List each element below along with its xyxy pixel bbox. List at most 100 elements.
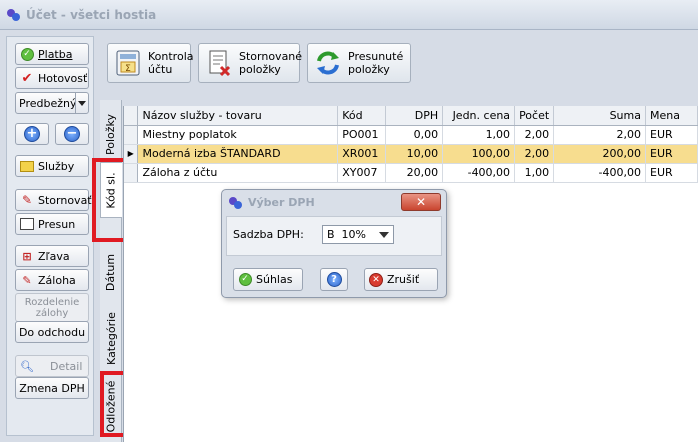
check-icon: ✓ [20,47,34,61]
do-odchodu-button[interactable]: Do odchodu [15,321,89,343]
remove-button[interactable]: − [55,123,89,145]
dialog-close-button[interactable]: ✕ [401,193,441,211]
vat-rate-value: B 10% [327,228,366,241]
table-cell: 20,00 [385,163,444,183]
tab-polozky-label: Položky [104,113,118,155]
minus-icon: − [64,126,80,142]
table-cell: 2,00 [514,125,555,145]
zmena-dph-button[interactable]: Zmena DPH [15,377,89,399]
presunute-label-1: Presunuté [348,50,404,63]
vat-rate-select[interactable]: B 10% [322,225,394,244]
items-table: Názov služby - tovaru Kód DPH Jedn. cena… [124,106,698,183]
services-icon [20,160,34,172]
dialog-title: Výber DPH [248,196,315,209]
kontrola-label-2: účtu [148,63,173,76]
column-header[interactable]: Názov služby - tovaru [137,106,339,126]
table-cell: 2,00 [553,125,646,145]
column-header[interactable]: Suma [553,106,646,126]
vat-rate-label: Sadzba DPH: [233,228,304,241]
chevron-down-icon [75,93,88,113]
row-indicator [124,163,139,183]
storno-icon: ✎ [21,193,33,207]
discount-icon: ⊞ [22,249,32,263]
table-cell: EUR [645,144,698,164]
kontrola-uctu-button[interactable]: Σ Kontrola účtu [107,43,194,83]
table-cell: EUR [645,163,698,183]
move-icon [20,218,34,230]
help-button[interactable]: ? [320,268,348,291]
column-header[interactable]: Kód [337,106,387,126]
presun-label: Presun [38,217,76,231]
column-header[interactable]: DPH [385,106,444,126]
stornovane-polozky-button[interactable]: Stornované položky [198,43,303,83]
presun-button[interactable]: Presun [15,213,89,235]
table-cell: 1,00 [442,125,516,145]
cancel-icon: ✕ [369,272,383,287]
help-icon: ? [326,272,342,287]
column-header[interactable]: Počet [514,106,555,126]
svg-text:Σ: Σ [125,64,131,74]
detail-label: Detail [50,359,83,373]
stornovane-label-1: Stornované [239,50,303,63]
rozdelenie-label-2: zálohy [35,307,69,319]
predbezny-label: Predbežný [19,96,77,110]
zaloha-label: Záloha [38,273,76,287]
title-bar: Účet - všetci hostia [0,0,698,30]
table-cell: -400,00 [553,163,646,183]
table-cell: Moderná izba ŠTANDARD [137,144,339,164]
tab-polozky[interactable]: Položky [100,106,122,162]
hotovost-button[interactable]: ✔ Hotovosť [15,67,89,89]
table-cell: -400,00 [442,163,516,183]
dialog-body: Sadzba DPH: B 10% [226,216,442,256]
table-cell: Miestny poplatok [137,125,339,145]
deposit-icon: ✎ [22,273,32,287]
tab-kategorie-label: Kategórie [104,311,118,365]
magnifier-icon: 🔍︎ [20,359,34,373]
zlava-button[interactable]: ⊞ Zľava [15,245,89,267]
column-header[interactable]: Mena [645,106,698,126]
table-cell: 2,00 [514,144,555,164]
add-button[interactable]: + [15,123,49,145]
zaloha-button[interactable]: ✎ Záloha [15,269,89,291]
zrusit-label: Zrušiť [387,273,420,286]
presunute-polozky-button[interactable]: Presunuté položky [307,43,411,83]
table-row[interactable]: Miestny poplatok PO001 0,00 1,00 2,00 2,… [124,125,698,145]
platba-button[interactable]: ✓ Platba [15,43,89,65]
table-cell: Záloha z účtu [137,163,339,183]
window-title: Účet - všetci hostia [26,7,157,22]
stornovat-label: Stornovať [38,193,92,207]
suhlas-label: Súhlas [256,273,293,286]
stornovat-button[interactable]: ✎ Stornovať [15,189,92,211]
predbezny-dropdown[interactable]: Predbežný [15,92,89,114]
table-cell: XR001 [337,144,387,164]
suhlas-button[interactable]: ✓ Súhlas [233,268,303,291]
app-icon [6,7,21,22]
kontrola-label-1: Kontrola [148,50,194,63]
detail-button[interactable]: 🔍︎ Detail [15,355,89,377]
do-odchodu-label: Do odchodu [18,325,86,339]
rozdelenie-label-1: Rozdelenie [24,296,80,308]
stornovane-label-2: položky [239,63,281,76]
presunute-label-2: položky [348,63,390,76]
left-action-panel: ✓ Platba ✔ Hotovosť Predbežný + − Služby… [6,36,94,436]
table-row[interactable]: Záloha z účtu XY007 20,00 -400,00 1,00 -… [124,163,698,183]
table-cell: 0,00 [385,125,444,145]
table-row-selected[interactable]: ▶ Moderná izba ŠTANDARD XR001 10,00 100,… [124,144,698,164]
rozdelenie-zalohy-button[interactable]: Rozdelenie zálohy [15,293,89,322]
sluzby-button[interactable]: Služby [15,155,89,177]
double-check-icon: ✔ [21,70,33,86]
zlava-label: Zľava [38,249,70,263]
table-cell: 100,00 [442,144,516,164]
vat-selection-dialog: Výber DPH ✕ Sadzba DPH: B 10% ✓ Súhlas ?… [221,189,447,298]
platba-label: Platba [38,47,73,61]
row-header-corner [124,106,139,126]
tab-kategorie[interactable]: Kategórie [100,306,122,370]
table-cell: 1,00 [514,163,555,183]
row-indicator [124,125,139,145]
tab-datum[interactable]: Dátum [100,244,122,300]
plus-icon: + [24,126,40,142]
chevron-down-icon [379,232,389,238]
zrusit-button[interactable]: ✕ Zrušiť [364,268,438,291]
sluzby-label: Služby [38,159,75,173]
column-header[interactable]: Jedn. cena [442,106,516,126]
